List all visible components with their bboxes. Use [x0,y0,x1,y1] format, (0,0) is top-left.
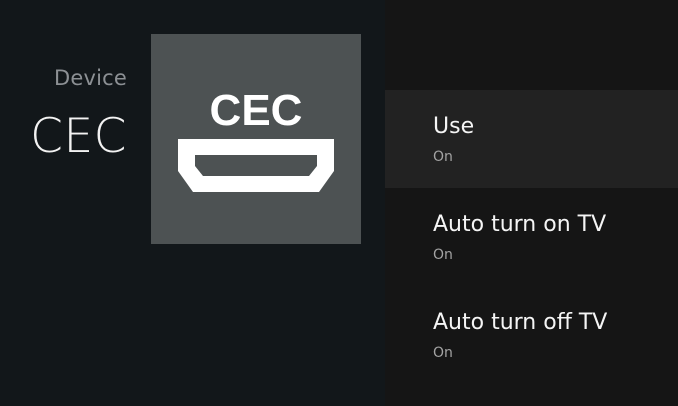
pref-summary: On [433,247,453,263]
page-title: CEC [30,109,127,164]
hero-icon-label: CEC [210,86,303,135]
pref-title: Auto turn off TV [433,310,608,335]
pref-summary: On [433,149,453,165]
guidance-pane: Device CEC CEC [0,0,385,406]
breadcrumb: Device [53,66,127,90]
pref-title: Auto turn on TV [433,212,607,237]
pref-item-use[interactable]: Use On [385,90,678,188]
hdmi-cec-icon: CEC [151,34,361,244]
pref-title: Use [433,114,475,139]
pref-item-auto-turn-on-tv[interactable]: Auto turn on TV On [385,188,678,286]
pref-summary: On [433,345,453,361]
preference-list: Use On Auto turn on TV On Auto turn off … [385,0,678,406]
cec-settings-screen: Device CEC CEC Use On Auto turn on TV On… [0,0,678,406]
pref-item-auto-turn-off-tv[interactable]: Auto turn off TV On [385,286,678,384]
